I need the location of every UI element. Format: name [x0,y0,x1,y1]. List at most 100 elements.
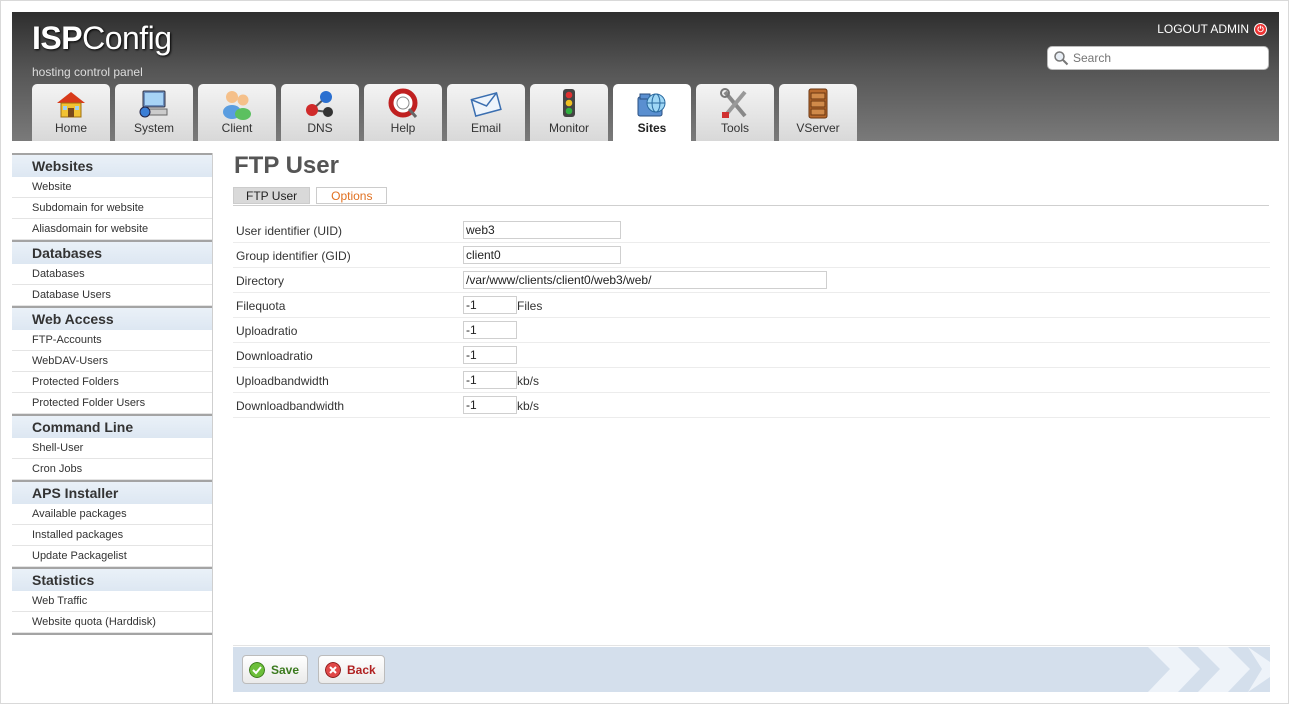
tab-home[interactable]: Home [32,84,110,141]
sidebar-item-subdomain[interactable]: Subdomain for website [12,198,212,219]
sites-icon [637,93,666,117]
form-row-uid: User identifier (UID) [233,218,1270,243]
sidebar-item-cron-jobs[interactable]: Cron Jobs [12,459,212,480]
help-icon [388,88,418,118]
field-label: Downloadratio [236,349,313,363]
tab-help[interactable]: Help [364,84,442,141]
sidebar-section-databases: Databases [12,240,212,264]
field-label: Uploadbandwidth [236,374,329,388]
form-row-downloadbandwidth: Downloadbandwidth kb/s [233,393,1270,418]
tab-label: Home [54,121,87,135]
form-row-uploadratio: Uploadratio [233,318,1270,343]
tab-label: System [133,121,174,135]
tab-label: Sites [637,121,667,135]
form-subtabs: FTP User Options [233,187,388,204]
search-box[interactable] [1047,46,1269,70]
sidebar-section-statistics: Statistics [12,567,212,591]
uid-field[interactable] [463,221,621,239]
field-label: Downloadbandwidth [236,399,345,413]
field-label: Group identifier (GID) [236,249,351,263]
downloadratio-field[interactable] [463,346,517,364]
sidebar-item-update-packagelist[interactable]: Update Packagelist [12,546,212,567]
email-icon [470,91,502,117]
directory-field[interactable] [463,271,827,289]
system-icon [139,90,168,118]
uploadratio-field[interactable] [463,321,517,339]
field-label: Filequota [236,299,286,313]
tab-label: Email [470,121,501,135]
field-unit: kb/s [517,399,540,413]
downloadbandwidth-field[interactable] [463,396,517,414]
sidebar-item-protected-folder-users[interactable]: Protected Folder Users [12,393,212,414]
save-label: Save [271,662,300,677]
back-button[interactable]: Back [318,655,385,684]
logout-label: LOGOUT ADMIN [1157,22,1249,36]
monitor-icon [563,89,575,117]
sidebar-item-protected-folders[interactable]: Protected Folders [12,372,212,393]
tab-label: Tools [720,121,749,135]
sidebar-section-command-line: Command Line [12,414,212,438]
main-nav-tabs: Home System Client DNS Help Email Monito… [32,84,857,141]
search-icon [1054,51,1069,66]
filequota-field[interactable] [463,296,517,314]
gid-field[interactable] [463,246,621,264]
tab-label: Client [221,121,253,135]
sidebar-item-webdav-users[interactable]: WebDAV-Users [12,351,212,372]
form-row-downloadratio: Downloadratio [233,343,1270,368]
vserver-icon [808,88,828,119]
field-label: Directory [236,274,285,288]
sidebar: Websites Website Subdomain for website A… [12,153,213,704]
sidebar-item-web-traffic[interactable]: Web Traffic [12,591,212,612]
sidebar-divider [12,633,212,635]
tab-client[interactable]: Client [198,84,276,141]
check-icon [249,661,265,678]
tab-monitor[interactable]: Monitor [530,84,608,141]
search-input[interactable] [1073,51,1263,65]
field-label: User identifier (UID) [236,224,343,238]
home-icon [57,92,85,118]
sidebar-item-available-packages[interactable]: Available packages [12,504,212,525]
button-bar: Save Back [233,647,1270,692]
tab-label: Monitor [548,121,589,135]
cancel-icon [325,661,341,678]
sidebar-item-database-users[interactable]: Database Users [12,285,212,306]
sidebar-item-databases[interactable]: Databases [12,264,212,285]
sidebar-item-website[interactable]: Website [12,177,212,198]
save-button[interactable]: Save [242,655,309,684]
client-icon [223,91,251,120]
logout-link[interactable]: LOGOUT ADMIN ⏻ [1157,22,1267,36]
sidebar-item-aliasdomain[interactable]: Aliasdomain for website [12,219,212,240]
sidebar-section-websites: Websites [12,153,212,177]
tab-label: VServer [796,121,840,135]
subtab-options[interactable]: Options [316,187,388,204]
sidebar-item-shell-user[interactable]: Shell-User [12,438,212,459]
form-row-uploadbandwidth: Uploadbandwidth kb/s [233,368,1270,393]
field-unit: Files [517,299,543,313]
sidebar-section-aps-installer: APS Installer [12,480,212,504]
page-title: FTP User [234,152,339,179]
tab-tools[interactable]: Tools [696,84,774,141]
subtab-ftp-user[interactable]: FTP User [233,187,311,204]
uploadbandwidth-field[interactable] [463,371,517,389]
back-label: Back [347,662,376,677]
tools-icon [720,88,747,118]
tab-sites[interactable]: Sites [613,84,691,141]
dns-icon [306,91,333,117]
tagline: hosting control panel [32,65,143,79]
tab-email[interactable]: Email [447,84,525,141]
power-icon: ⏻ [1254,22,1267,36]
sidebar-item-website-quota[interactable]: Website quota (Harddisk) [12,612,212,633]
tab-vserver[interactable]: VServer [779,84,857,141]
tab-dns[interactable]: DNS [281,84,359,141]
footer-divider [233,645,1270,646]
app-logo[interactable]: ISPConfig [32,20,172,57]
form-row-filequota: Filequota Files [233,293,1270,318]
chevron-decoration-icon [1148,647,1270,692]
ftp-user-form: User identifier (UID) Group identifier (… [233,218,1270,418]
tab-system[interactable]: System [115,84,193,141]
sidebar-item-ftp-accounts[interactable]: FTP-Accounts [12,330,212,351]
tab-label: Help [390,121,416,135]
field-label: Uploadratio [236,324,298,338]
form-row-gid: Group identifier (GID) [233,243,1270,268]
sidebar-item-installed-packages[interactable]: Installed packages [12,525,212,546]
